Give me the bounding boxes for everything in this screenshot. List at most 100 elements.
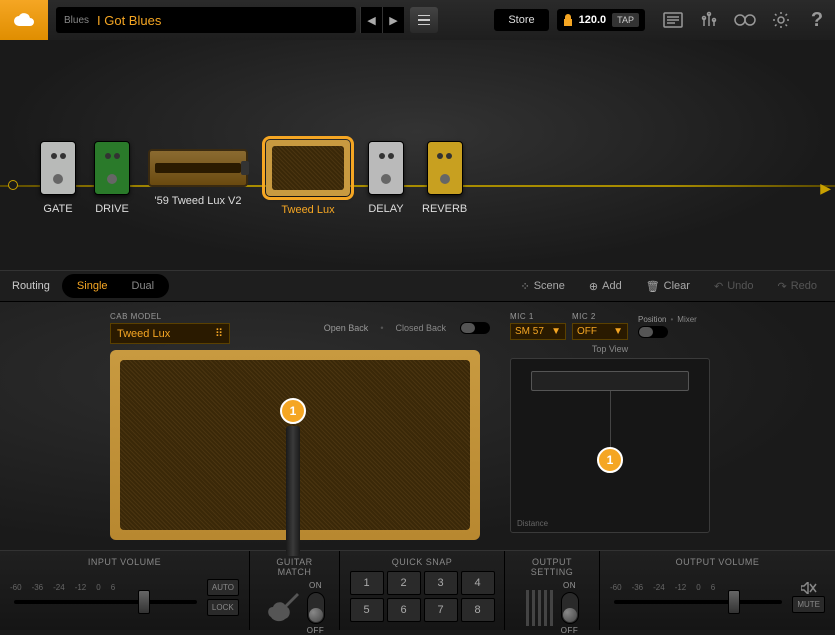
cab-graphic [266,140,350,196]
output-volume-label: OUTPUT VOLUME [610,557,825,567]
input-volume-label: INPUT VOLUME [10,557,239,567]
back-toggle[interactable] [460,322,490,334]
mic-1-body[interactable] [286,426,300,556]
clear-button[interactable]: 🗑Clear [640,276,696,297]
mic2-label: MIC 2 [572,312,628,321]
output-volume-section: OUTPUT VOLUME -60-36-24-1206 MUTE [600,551,835,630]
mic-1-marker[interactable]: 1 [280,398,306,424]
undo-icon: ↶ [714,280,723,293]
mic1-label: MIC 1 [510,312,566,321]
chain-item-cab[interactable]: Tweed Lux [266,140,350,216]
mic1-select[interactable]: SM 57▼ [510,323,566,340]
snap-2[interactable]: 2 [387,571,421,595]
cab-model-value: Tweed Lux [117,328,170,340]
reverb-label: REVERB [422,203,467,215]
preset-category: Blues [64,15,89,26]
cab-top-view[interactable]: 1 Distance [510,358,710,533]
snap-4[interactable]: 4 [461,571,495,595]
store-button[interactable]: Store [494,9,548,31]
cab-model-label: CAB MODEL [110,312,230,321]
cab-model-select[interactable]: Tweed Lux ⠿ [110,323,230,344]
preset-display[interactable]: Blues I Got Blues [56,7,356,33]
speaker-icon [801,582,817,594]
cab-label: Tweed Lux [281,204,334,216]
guitar-match-switch[interactable] [307,592,325,624]
redo-icon: ↷ [777,280,786,293]
signal-chain: ▶ GATE DRIVE '59 Tweed Lux V2 Tweed Lux DELA… [0,40,835,270]
mixer-label[interactable]: Mixer [677,315,697,324]
cab-top-section: MIC 1 SM 57▼ MIC 2 OFF▼ Position•Mixer T… [510,312,710,550]
cab-front-section: CAB MODEL Tweed Lux ⠿ Open Back • Closed… [110,312,490,550]
output-setting-section: OUTPUT SETTING ON OFF [505,551,600,630]
add-button[interactable]: ⊕Add [583,276,628,297]
chain-output-arrow: ▶ [820,180,831,197]
mute-button[interactable]: MUTE [792,596,825,613]
tempo-value: 120.0 [579,14,607,26]
routing-label: Routing [12,280,50,292]
chain-item-delay[interactable]: DELAY [368,141,404,215]
gate-label: GATE [43,203,72,215]
settings-button[interactable] [768,7,794,33]
output-scale: -60-36-24-1206 [610,583,786,592]
snap-3[interactable]: 3 [424,571,458,595]
snap-1[interactable]: 1 [350,571,384,595]
reverb-graphic [427,141,463,195]
output-meter-icon[interactable] [526,590,553,626]
looper-button[interactable] [732,7,758,33]
preset-browser-button[interactable] [660,7,686,33]
routing-bar: Routing Single Dual ⁘Scene ⊕Add 🗑Clear ↶… [0,270,835,302]
top-view-label: Top View [510,344,710,354]
mic2-select[interactable]: OFF▼ [572,323,628,340]
guitar-match-section: GUITAR MATCH ON OFF [250,551,340,630]
routing-toggle: Single Dual [62,274,169,298]
snap-6[interactable]: 6 [387,598,421,622]
tap-button[interactable]: TAP [612,13,639,27]
input-scale: -60-36-24-1206 [10,583,201,592]
scene-button[interactable]: ⁘Scene [514,276,570,297]
top-bar: Blues I Got Blues ◀ ▶ Store 120.0 TAP ? [0,0,835,40]
quick-snap-section: QUICK SNAP 12345678 [340,551,505,630]
chain-item-reverb[interactable]: REVERB [422,141,467,215]
plus-icon: ⊕ [589,280,598,293]
cab-front-view[interactable]: 1 [110,350,480,540]
chain-input-jack [8,180,18,190]
preset-nav: ◀ ▶ [360,7,404,33]
cloud-button[interactable] [0,0,48,40]
chain-item-drive[interactable]: DRIVE [94,141,130,215]
delay-graphic [368,141,404,195]
preset-next-button[interactable]: ▶ [382,7,404,33]
tempo-box[interactable]: 120.0 TAP [557,9,645,31]
routing-dual-button[interactable]: Dual [120,277,167,295]
preset-list-button[interactable] [410,7,438,33]
redo-button[interactable]: ↷Redo [771,276,823,297]
guitar-match-label: GUITAR MATCH [260,557,329,577]
mic-1-top-marker[interactable]: 1 [597,447,623,473]
snap-8[interactable]: 8 [461,598,495,622]
handle-icon: ⠿ [215,327,223,340]
amp-graphic [148,149,248,187]
input-volume-slider[interactable] [14,600,197,604]
lock-button[interactable]: LOCK [207,599,239,616]
preset-prev-button[interactable]: ◀ [360,7,382,33]
footer: INPUT VOLUME -60-36-24-1206 AUTO LOCK GU… [0,550,835,630]
chain-item-gate[interactable]: GATE [40,141,76,215]
guitar-icon[interactable] [265,591,301,625]
auto-button[interactable]: AUTO [207,579,239,596]
amp-label: '59 Tweed Lux V2 [155,195,242,207]
snap-7[interactable]: 7 [424,598,458,622]
closed-back-option[interactable]: Closed Back [395,323,446,333]
routing-single-button[interactable]: Single [65,277,120,295]
distance-label: Distance [517,519,548,528]
output-volume-slider[interactable] [614,600,782,604]
topview-cab-outline [531,371,689,391]
snap-5[interactable]: 5 [350,598,384,622]
tuner-button[interactable] [696,7,722,33]
output-setting-switch[interactable] [561,592,579,624]
help-button[interactable]: ? [804,7,830,33]
position-mixer-toggle[interactable] [638,326,668,338]
chain-item-amp[interactable]: '59 Tweed Lux V2 [148,149,248,207]
undo-button[interactable]: ↶Undo [708,276,760,297]
open-back-option[interactable]: Open Back [324,323,369,333]
position-label[interactable]: Position [638,315,666,324]
cab-panel: CAB MODEL Tweed Lux ⠿ Open Back • Closed… [0,302,835,550]
